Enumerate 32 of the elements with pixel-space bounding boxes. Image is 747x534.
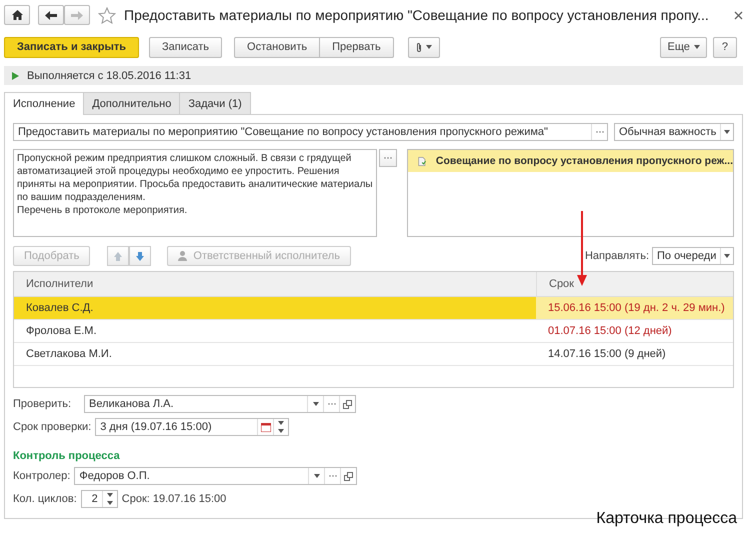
more-button[interactable]: Еще <box>660 36 707 58</box>
tab[interactable]: Дополнительно <box>83 92 180 114</box>
attachment-label: Совещание по вопросу установления пропускного реж... <box>436 155 733 167</box>
cycles-field[interactable]: 2 <box>80 490 118 508</box>
reviewer-field[interactable]: Великанова Л.А. <box>84 395 356 413</box>
route-field[interactable]: По очереди <box>652 247 734 265</box>
table-cell[interactable]: 15.06.16 15:00 (19 дн. 2 ч. 29 мин.) <box>536 297 733 319</box>
tab[interactable]: Исполнение <box>4 92 84 115</box>
description-field[interactable]: Пропускной режим предприятия слишком сложный. В связи с грядущей автоматизацией этой процедуры необходимо ее упростить. Решения приняты на мероприятии. Просьба предоставить аналитические материалы по вашим подразделениям. Перечень в протоколе мероприятия. <box>13 149 377 237</box>
column-header[interactable]: Исполнители <box>14 272 536 296</box>
tab[interactable]: Задачи (1) <box>179 92 251 114</box>
route-label: Направлять: <box>584 250 649 262</box>
review-term-field[interactable]: 3 дня (19.07.16 15:00) <box>95 418 290 436</box>
attachment-item[interactable]: Совещание по вопросу установления пропускного реж... <box>408 150 733 172</box>
controller-field[interactable]: Федоров О.П. <box>74 467 358 485</box>
subject-field[interactable]: Предоставить материалы по мероприятию "Совещание по вопросу установления пропускного режима" <box>13 123 608 141</box>
term-text: Срок: 19.07.16 15:00 <box>122 493 226 505</box>
help-button[interactable]: ? <box>712 36 737 58</box>
field-label: Срок проверки: <box>13 421 92 433</box>
toolbar-button[interactable]: Остановить <box>234 36 320 58</box>
status-text: Выполняется с 18.05.2016 11:31 <box>27 70 192 82</box>
toolbar-button[interactable]: Записать <box>149 36 222 58</box>
field-label: Контролер: <box>13 470 70 482</box>
save-and-close-button[interactable]: Записать и закрыть <box>4 36 140 58</box>
caption: Карточка процесса <box>596 510 737 528</box>
field-label: Проверить: <box>13 398 72 410</box>
importance-field[interactable]: Обычная важность <box>614 123 734 141</box>
table-cell[interactable]: Ковалев С.Д. <box>14 297 536 319</box>
field-label: Кол. циклов: <box>13 493 77 505</box>
section-heading: Контроль процесса <box>13 450 121 462</box>
toolbar-button[interactable]: Прервать <box>320 36 394 58</box>
window-title: Предоставить материалы по мероприятию "Совещание по вопросу установления пропу... <box>124 7 710 23</box>
